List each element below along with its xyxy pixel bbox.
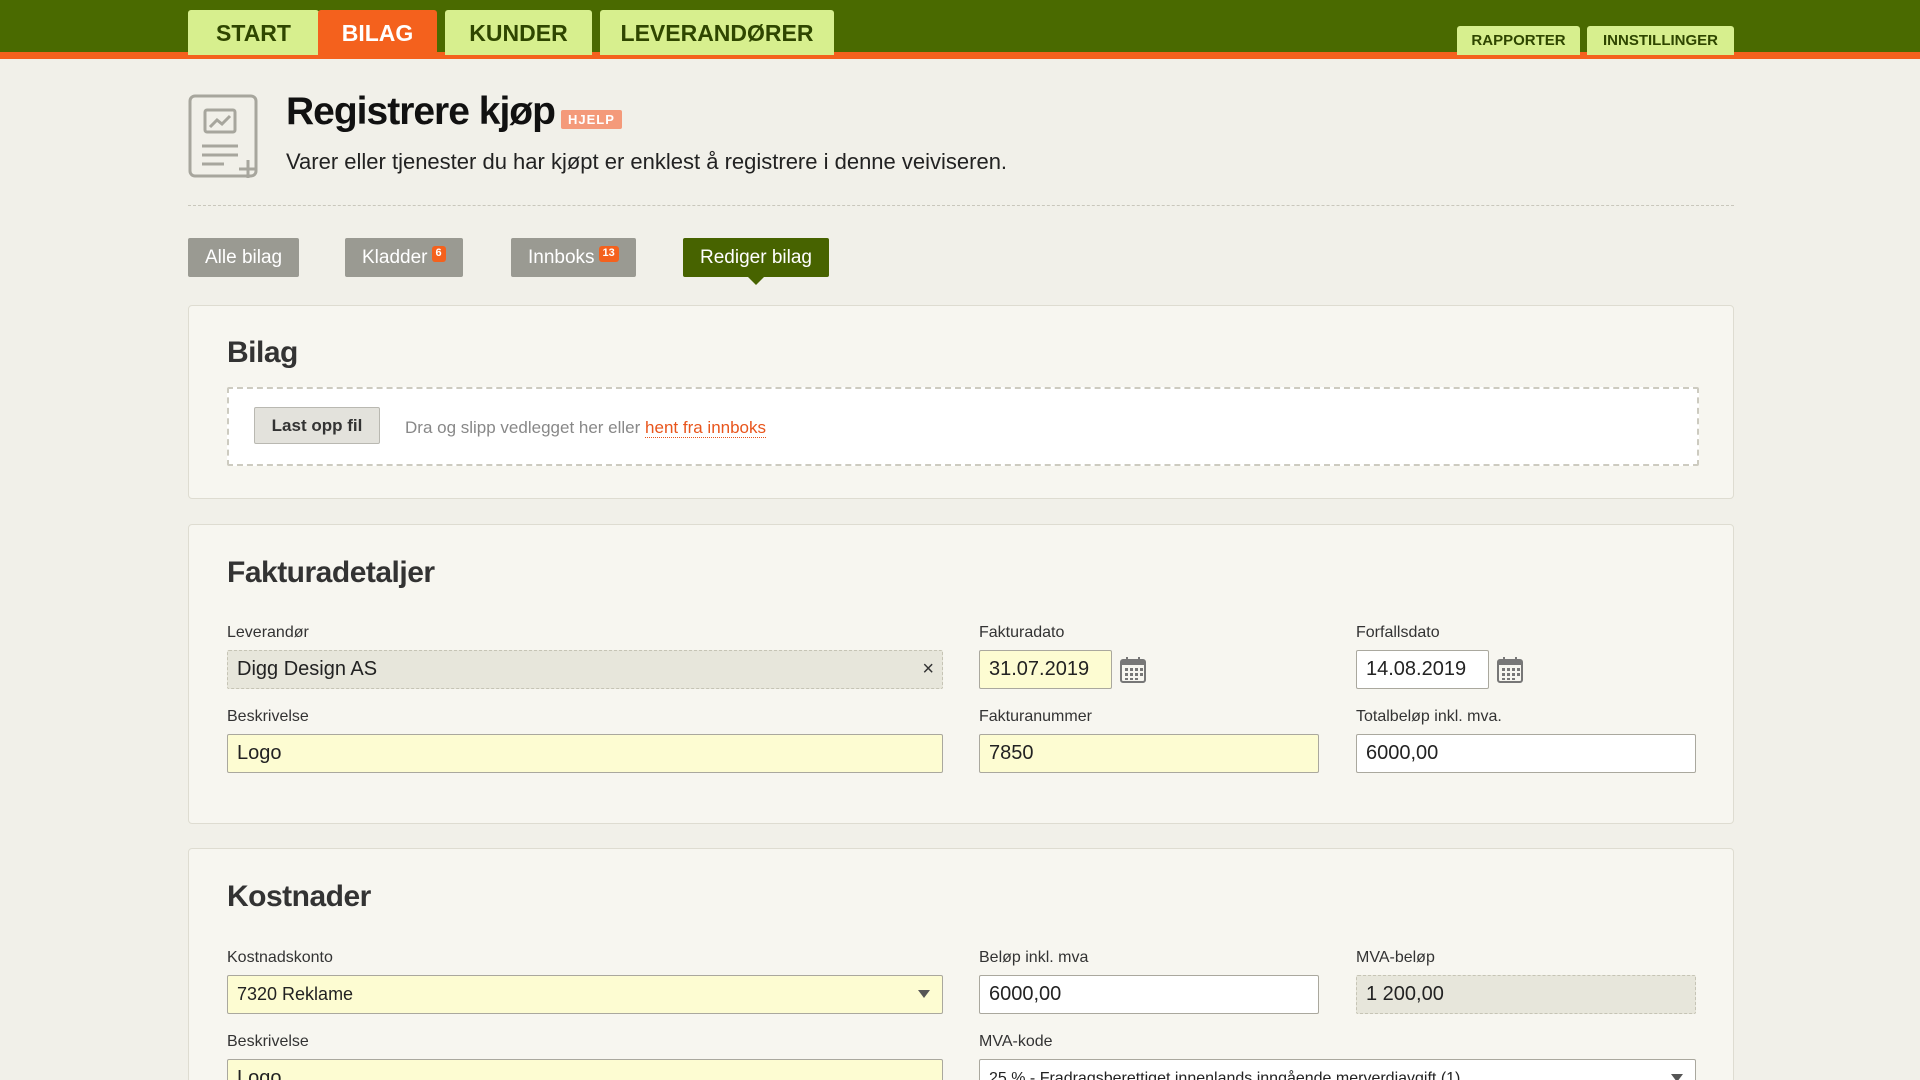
supplier-field[interactable]: Digg Design AS ×	[227, 650, 943, 689]
vat-amount-label: MVA-beløp	[1356, 949, 1435, 966]
invoice-date-calendar-icon[interactable]	[1119, 656, 1147, 684]
nav-tab-rapporter[interactable]: RAPPORTER	[1457, 26, 1580, 55]
chevron-down-icon	[1671, 1074, 1683, 1080]
invoice-details-panel: Fakturadetaljer Leverandør Digg Design A…	[188, 524, 1734, 824]
nav-tab-innstillinger[interactable]: INNSTILLINGER	[1587, 26, 1734, 55]
subtab-label: Kladder	[362, 247, 428, 268]
upload-file-button[interactable]: Last opp fil	[254, 407, 380, 444]
subtab-label: Rediger bilag	[700, 247, 812, 268]
subtab-alle-bilag[interactable]: Alle bilag	[188, 238, 300, 277]
page-title: Registrere kjøp	[286, 90, 556, 133]
page-subtitle: Varer eller tjenester du har kjøpt er en…	[286, 149, 1008, 174]
vat-code-label: MVA-kode	[979, 1033, 1053, 1050]
description-field[interactable]: Logo	[227, 734, 943, 773]
nav-tab-kunder[interactable]: KUNDER	[445, 10, 592, 55]
nav-tab-leverandorer[interactable]: LEVERANDØRER	[600, 10, 834, 55]
top-navigation-bar: START BILAG KUNDER LEVERANDØRER RAPPORTE…	[0, 0, 1920, 59]
cost-account-select[interactable]: 7320 Reklame	[227, 975, 943, 1014]
total-amount-field[interactable]: 6000,00	[1356, 734, 1696, 773]
subtab-innboks[interactable]: Innboks 13	[511, 238, 636, 277]
cost-account-value: 7320 Reklame	[237, 984, 354, 1004]
file-dropzone[interactable]: Last opp fil Dra og slipp vedlegget her …	[227, 387, 1699, 466]
fetch-from-inbox-link[interactable]: hent fra innboks	[645, 418, 767, 438]
supplier-label: Leverandør	[227, 624, 309, 641]
chevron-down-icon	[918, 990, 930, 998]
invoice-number-label: Fakturanummer	[979, 708, 1092, 725]
subtab-label: Innboks	[528, 247, 595, 268]
vat-code-value: 25 % - Fradragsberettiget innenlands inn…	[989, 1070, 1461, 1080]
kladder-count-badge: 6	[431, 246, 446, 262]
vat-code-select[interactable]: 25 % - Fradragsberettiget innenlands inn…	[979, 1059, 1696, 1080]
document-add-icon	[188, 94, 268, 180]
subtab-rediger-bilag[interactable]: Rediger bilag	[683, 238, 829, 285]
innboks-count-badge: 13	[598, 246, 619, 262]
costs-title: Kostnader	[227, 880, 371, 913]
clear-supplier-icon[interactable]: ×	[922, 651, 934, 688]
dropzone-text: Dra og slipp vedlegget her eller hent fr…	[405, 418, 767, 438]
invoice-details-title: Fakturadetaljer	[227, 556, 435, 589]
due-date-calendar-icon[interactable]	[1496, 656, 1524, 684]
amount-incl-vat-label: Beløp inkl. mva	[979, 949, 1089, 966]
total-amount-label: Totalbeløp inkl. mva.	[1356, 708, 1502, 725]
invoice-date-field[interactable]: 31.07.2019	[979, 650, 1112, 689]
invoice-number-field[interactable]: 7850	[979, 734, 1319, 773]
bilag-title: Bilag	[227, 336, 298, 369]
due-date-label: Forfallsdato	[1356, 624, 1440, 641]
cost-description-label: Beskrivelse	[227, 1033, 309, 1050]
subtab-kladder[interactable]: Kladder 6	[345, 238, 463, 277]
invoice-date-label: Fakturadato	[979, 624, 1065, 641]
cost-description-field[interactable]: Logo	[227, 1059, 943, 1080]
amount-incl-vat-field[interactable]: 6000,00	[979, 975, 1319, 1014]
dropzone-hint: Dra og slipp vedlegget her eller	[405, 418, 641, 437]
description-label: Beskrivelse	[227, 708, 309, 725]
due-date-field[interactable]: 14.08.2019	[1356, 650, 1489, 689]
vat-amount-field: 1 200,00	[1356, 975, 1696, 1014]
bilag-panel: Bilag Last opp fil Dra og slipp vedlegge…	[188, 305, 1734, 499]
nav-tab-bilag[interactable]: BILAG	[318, 10, 437, 55]
costs-panel: Kostnader Kostnadskonto 7320 Reklame Bel…	[188, 848, 1734, 1080]
cost-account-label: Kostnadskonto	[227, 949, 333, 966]
help-badge[interactable]: HJELP	[561, 110, 622, 129]
supplier-value: Digg Design AS	[237, 658, 378, 680]
nav-tab-start[interactable]: START	[188, 10, 319, 55]
subtab-label: Alle bilag	[205, 247, 283, 268]
header-divider	[188, 205, 1734, 206]
